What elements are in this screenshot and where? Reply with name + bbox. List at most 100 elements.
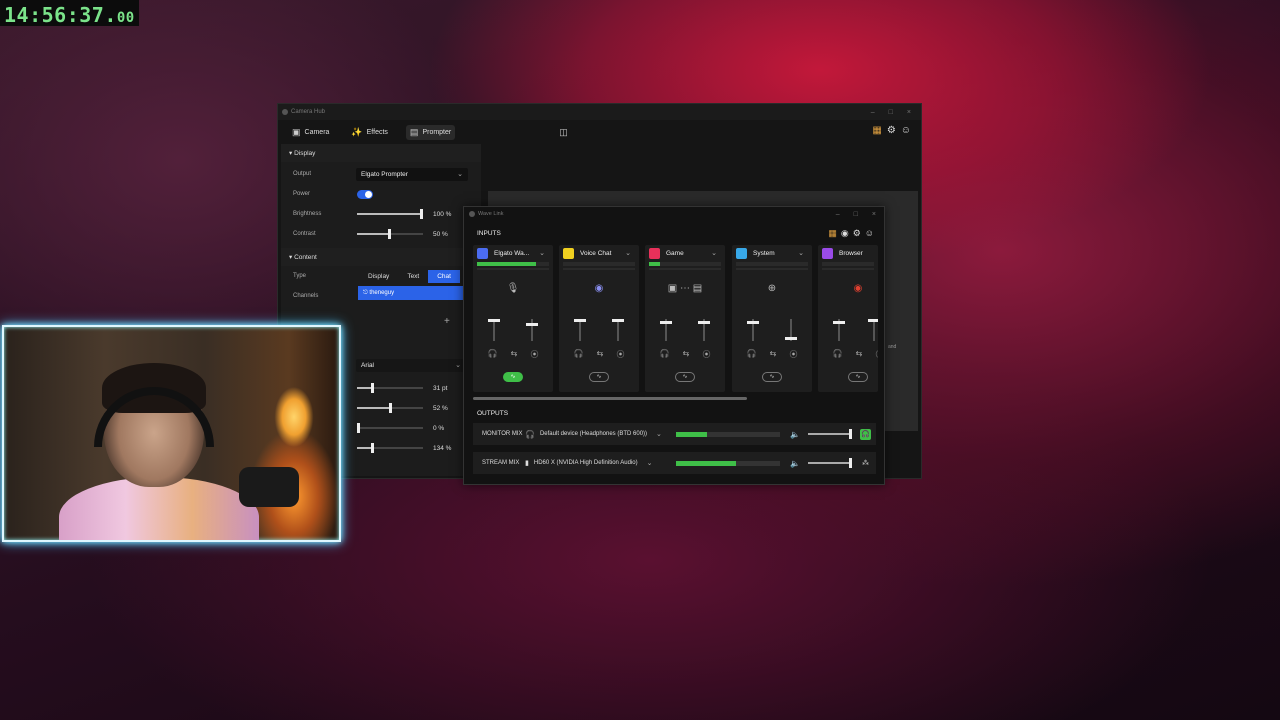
channel-item[interactable]: ⎋ theneguy [358,286,468,300]
chevron-down-icon: ⌄ [539,250,545,257]
effects-toggle[interactable]: ∿ [848,372,868,382]
monitor-fader[interactable] [833,319,845,341]
output-label: Output [293,171,312,177]
font-size-slider[interactable] [357,383,423,393]
stream-fader[interactable] [526,319,538,341]
type-text-option[interactable]: Text [398,270,428,283]
apps-icon[interactable]: ▦ [828,228,837,239]
user-icon[interactable]: ☺ [901,125,911,136]
contrast-slider[interactable] [357,229,423,239]
microphone-arm [239,467,299,507]
channel-header[interactable]: Voice Chat ⌄ [559,245,639,261]
camera-hub-titlebar: Camera Hub – □ × [278,104,921,120]
link-icon[interactable]: ⇆ [511,349,518,360]
inputs-scrollbar[interactable] [473,397,747,400]
maximize-icon[interactable]: □ [854,211,858,218]
channel-header[interactable]: Game ⌄ [645,245,725,261]
power-label: Power [293,191,311,197]
output-dropdown[interactable]: Elgato Prompter ⌄ [356,167,468,181]
tab-effects[interactable]: ✨ Effects [347,125,392,140]
apps-icon[interactable]: ▦ [872,125,881,136]
chevron-down-icon: ⌄ [711,250,717,257]
game-icon[interactable]: ▣ ⋯ ▤ [645,283,725,294]
broadcast-icon[interactable]: ⦿ [789,349,797,360]
output-volume-slider[interactable] [807,458,852,468]
output-level-meter [676,431,780,437]
chevron-down-icon: ⌄ [646,460,653,467]
monitor-fader[interactable] [660,319,672,341]
add-channel-icon[interactable]: + [444,316,450,327]
chrome-icon[interactable]: ◉ [818,283,878,294]
close-icon[interactable]: × [872,211,876,218]
gear-icon[interactable]: ⚙ [853,228,861,239]
wave-link-logo-icon [469,211,475,217]
headphones-icon[interactable]: 🎧 [747,349,757,360]
effects-icon[interactable]: ◉ [841,228,849,239]
speaker-icon[interactable]: 🔈 [790,430,800,439]
tab-camera[interactable]: ▣ Camera [288,125,333,140]
output-volume-slider[interactable] [807,429,852,439]
monitor-fader[interactable] [488,319,500,341]
stream-fader[interactable] [785,319,797,341]
broadcast-icon[interactable]: ⦿ [702,349,710,360]
minimize-icon[interactable]: – [836,211,840,218]
microphone-icon[interactable]: 🎙 [473,283,553,294]
inputs-label: INPUTS [477,230,501,237]
chevron-down-icon: ⌄ [457,170,463,178]
add-icon[interactable]: ⊕ [732,283,812,294]
ear-icon[interactable]: ⁂ [860,458,871,469]
speaker-icon[interactable]: 🔈 [790,459,800,468]
user-icon[interactable]: ☺ [865,228,874,239]
close-icon[interactable]: × [907,109,911,116]
headphones-icon: 🎧 [525,429,535,439]
power-toggle[interactable] [357,189,373,199]
discord-icon[interactable]: ◉ [559,283,639,294]
channel-header[interactable]: Elgato Wa... ⌄ [473,245,553,261]
headphones-icon[interactable]: 🎧 [833,349,843,360]
minimize-icon[interactable]: – [871,109,875,116]
broadcast-icon[interactable]: ⦿ [530,349,538,360]
effects-toggle[interactable]: ∿ [503,372,523,382]
type-display-option[interactable]: Display [359,270,398,283]
setting-slider-2[interactable] [357,403,423,413]
setting-slider-4[interactable] [357,443,423,453]
display-section-header[interactable]: ▾ Display [281,144,481,162]
monitor-fader[interactable] [747,319,759,341]
link-icon[interactable]: ⇆ [770,349,777,360]
stream-fader[interactable] [698,319,710,341]
monitor-mix-active-icon[interactable]: 🎧 [859,428,871,440]
gear-icon[interactable]: ⚙ [887,125,896,136]
channel-color-chip [563,247,574,259]
link-icon[interactable]: ⇆ [683,349,690,360]
stream-fader[interactable] [612,319,624,341]
font-dropdown[interactable]: Arial ⌄ [356,358,466,372]
maximize-icon[interactable]: □ [889,109,893,116]
broadcast-icon[interactable]: ⦿ [616,349,624,360]
effects-toggle[interactable]: ∿ [589,372,609,382]
brightness-slider[interactable] [357,209,423,219]
chevron-down-icon: ⌄ [625,250,631,257]
headphones-icon[interactable]: 🎧 [660,349,670,360]
twitch-icon: ⎋ [363,290,368,296]
panel-toggle-icon[interactable]: ◫ [559,127,568,137]
channel-header[interactable]: System ⌄ [732,245,812,261]
stream-fader[interactable] [868,319,878,341]
chevron-down-icon: ⌄ [455,361,461,369]
channel-header[interactable]: Browser [818,245,878,261]
output-device-dropdown[interactable]: 🎧 Default device (Headphones (BTD 600)) ⌄ [525,430,673,439]
monitor-fader[interactable] [574,319,586,341]
link-icon[interactable]: ⇆ [597,349,604,360]
effects-toggle[interactable]: ∿ [762,372,782,382]
setting-slider-3[interactable] [357,423,423,433]
link-icon[interactable]: ⇆ [856,349,863,360]
headphones-icon[interactable]: 🎧 [574,349,584,360]
effects-toggle[interactable]: ∿ [675,372,695,382]
tab-prompter[interactable]: ▤ Prompter [405,124,456,140]
level-meter [822,262,874,266]
headphones-icon[interactable]: 🎧 [488,349,498,360]
broadcast-icon[interactable]: ⦿ [875,349,878,360]
output-device-dropdown[interactable]: ▮ HD60 X (NVIDIA High Definition Audio) ⌄ [525,459,673,467]
content-section-header[interactable]: ▾ Content [281,248,481,266]
type-chat-option[interactable]: Chat [428,269,460,283]
camera-hub-toolbar: ▦ ⚙ ☺ [872,125,911,136]
